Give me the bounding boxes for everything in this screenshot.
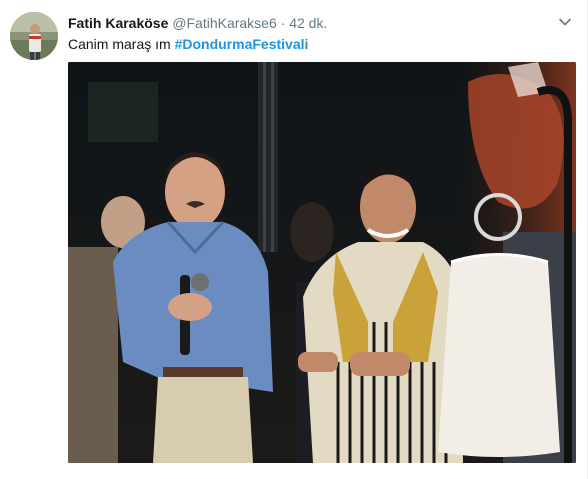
tweet-header: Fatih Karaköse @FatihKarakse6 · 42 dk.	[68, 13, 558, 33]
user-handle[interactable]: @FatihKarakse6	[172, 15, 276, 31]
timestamp[interactable]: 42 dk.	[289, 15, 327, 31]
display-name[interactable]: Fatih Karaköse	[68, 15, 168, 31]
chevron-down-icon[interactable]	[558, 15, 572, 29]
photo-image	[68, 62, 576, 463]
hashtag-link[interactable]: #DondurmaFestivali	[175, 36, 309, 52]
tweet-card[interactable]: Fatih Karaköse @FatihKarakse6 · 42 dk. C…	[0, 0, 588, 479]
avatar-image	[10, 12, 58, 60]
tweet-text-body: Canim maraş ım	[68, 36, 171, 52]
tweet-photo[interactable]	[68, 62, 576, 463]
separator: ·	[280, 15, 286, 31]
tweet-text: Canim maraş ım #DondurmaFestivali	[68, 34, 568, 54]
avatar[interactable]	[10, 12, 58, 60]
